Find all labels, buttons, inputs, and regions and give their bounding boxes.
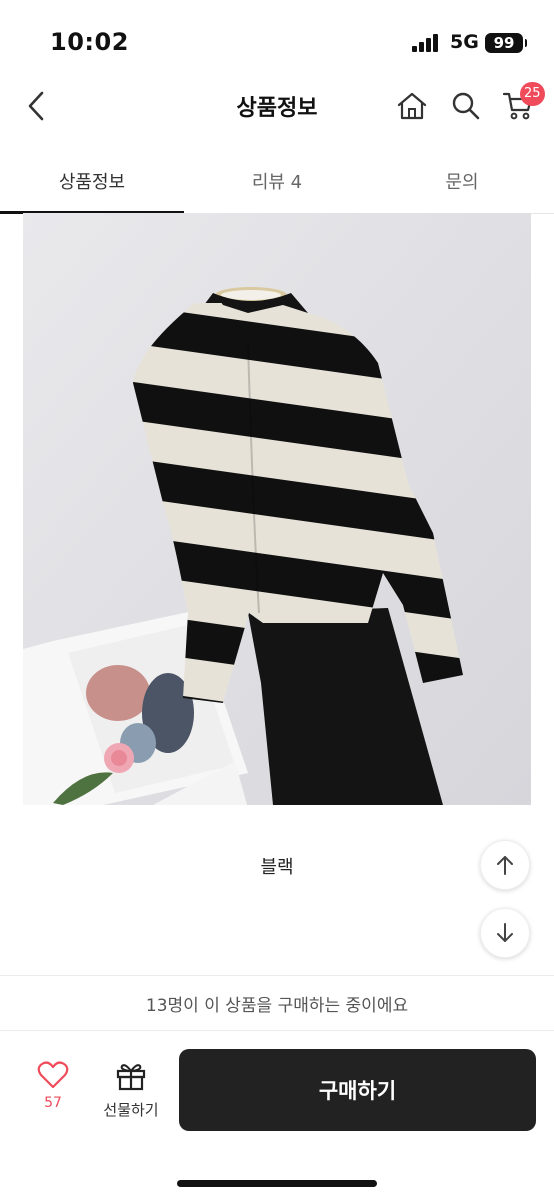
battery-icon: 99 bbox=[485, 33, 527, 53]
bottom-action-bar: 57 선물하기 구매하기 bbox=[0, 1031, 554, 1200]
network-label: 5G bbox=[450, 31, 479, 53]
home-button[interactable] bbox=[392, 86, 432, 126]
buying-now-banner: 13명이 이 상품을 구매하는 중이에요 bbox=[0, 975, 554, 1031]
scroll-up-button[interactable] bbox=[480, 840, 530, 890]
heart-icon bbox=[37, 1061, 69, 1089]
home-indicator bbox=[177, 1180, 377, 1187]
header: 상품정보 bbox=[0, 70, 554, 145]
back-button[interactable] bbox=[16, 86, 56, 126]
home-icon bbox=[397, 92, 427, 120]
tab-inquiry[interactable]: 문의 bbox=[370, 148, 554, 214]
scroll-down-button[interactable] bbox=[480, 908, 530, 958]
product-option-caption: 블랙 bbox=[260, 857, 294, 878]
tab-product-info[interactable]: 상품정보 bbox=[0, 148, 184, 214]
back-icon bbox=[28, 91, 44, 121]
status-bar: 10:02 5G 99 bbox=[0, 0, 554, 70]
gift-icon bbox=[116, 1064, 146, 1091]
search-button[interactable] bbox=[446, 86, 486, 126]
search-icon bbox=[452, 92, 480, 120]
gift-button[interactable]: 선물하기 bbox=[96, 1061, 166, 1121]
gift-label: 선물하기 bbox=[103, 1101, 159, 1119]
arrow-up-icon bbox=[497, 856, 513, 875]
status-time: 10:02 bbox=[50, 28, 129, 56]
tab-reviews[interactable]: 리뷰 4 bbox=[185, 148, 369, 214]
like-count: 57 bbox=[44, 1095, 62, 1111]
buy-button[interactable]: 구매하기 bbox=[179, 1049, 536, 1131]
cart-count-badge: 25 bbox=[520, 82, 545, 106]
tab-bar: 상품정보 리뷰 4 문의 bbox=[0, 148, 554, 214]
like-button[interactable]: 57 bbox=[28, 1061, 78, 1121]
signal-icon bbox=[412, 34, 442, 52]
product-image bbox=[23, 213, 531, 805]
arrow-down-icon bbox=[497, 923, 513, 942]
